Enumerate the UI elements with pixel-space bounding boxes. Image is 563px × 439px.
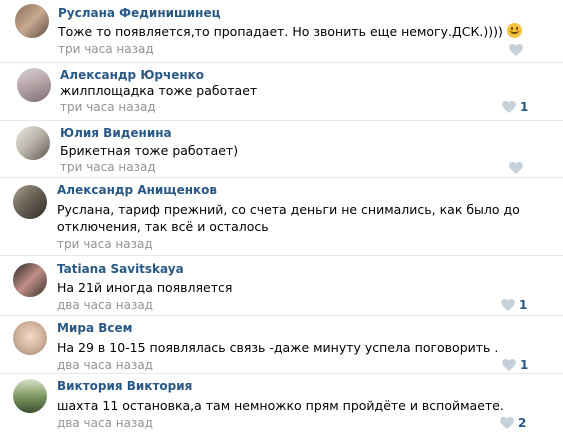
- heart-icon: [502, 101, 516, 113]
- like-button[interactable]: [509, 44, 523, 56]
- comment-item: Мира Всем На 29 в 10-15 появлялась связь…: [0, 315, 563, 374]
- like-button[interactable]: 1: [502, 358, 528, 372]
- comment-author[interactable]: Александр Анищенков: [57, 183, 217, 197]
- comment-author[interactable]: Виктория Виктория: [57, 379, 192, 393]
- comment-text: отключения, так всё и осталось: [57, 219, 269, 234]
- like-count: 2: [518, 416, 527, 430]
- comment-author[interactable]: Юлия Виденина: [60, 126, 172, 140]
- like-button[interactable]: [509, 162, 523, 174]
- avatar[interactable]: [16, 126, 50, 160]
- comment-text: Руслана, тариф прежний, со счета деньги …: [57, 202, 520, 217]
- comment-text: Брикетная тоже работает): [60, 143, 239, 158]
- comment-time[interactable]: три часа назад: [57, 237, 153, 251]
- comment-author[interactable]: Александр Юрченко: [60, 68, 204, 82]
- heart-icon: [502, 359, 516, 371]
- heart-icon: [509, 44, 523, 56]
- like-button[interactable]: 2: [500, 416, 526, 430]
- like-count: 1: [520, 100, 529, 114]
- heart-icon: [501, 299, 515, 311]
- avatar[interactable]: [13, 185, 47, 219]
- avatar[interactable]: [13, 321, 47, 355]
- like-count: 1: [520, 358, 529, 372]
- like-button[interactable]: 1: [501, 298, 527, 312]
- comment-text: На 21й иногда появляется: [57, 280, 233, 295]
- comment-author[interactable]: Руслана Фединишинец: [58, 6, 221, 20]
- comment-time[interactable]: два часа назад: [57, 298, 153, 312]
- like-button[interactable]: 1: [502, 100, 528, 114]
- comment-item: Юлия Виденина Брикетная тоже работает) т…: [0, 120, 563, 178]
- comment-item: Виктория Виктория шахта 11 остановка,а т…: [0, 373, 563, 439]
- heart-icon: [500, 417, 514, 429]
- comment-text: шахта 11 остановка,а там немножко прям п…: [57, 398, 504, 413]
- comment-time[interactable]: три часа назад: [58, 42, 154, 56]
- avatar[interactable]: [17, 68, 51, 102]
- comment-time[interactable]: два часа назад: [57, 358, 153, 372]
- comment-item: Tatiana Savitskaya На 21й иногда появляе…: [0, 255, 563, 316]
- comment-author[interactable]: Мира Всем: [57, 321, 132, 335]
- comment-time[interactable]: три часа назад: [60, 160, 156, 174]
- comment-text: Тоже то появляется,то пропадает. Но звон…: [58, 23, 522, 40]
- comment-item: Александр Юрченко жилплощадка тоже работ…: [0, 62, 563, 121]
- comment-text: На 29 в 10-15 появлялась связь -даже мин…: [57, 340, 499, 355]
- comment-item: Александр Анищенков Руслана, тариф прежн…: [0, 177, 563, 256]
- comment-time[interactable]: два часа назад: [57, 416, 153, 430]
- avatar[interactable]: [13, 263, 47, 297]
- comment-time[interactable]: три часа назад: [60, 100, 156, 114]
- heart-icon: [509, 162, 523, 174]
- comment-item: Руслана Фединишинец Тоже то появляется,т…: [0, 0, 563, 63]
- avatar[interactable]: [13, 379, 47, 413]
- avatar[interactable]: [15, 4, 49, 38]
- like-count: 1: [519, 298, 528, 312]
- smile-emoji-icon: [506, 23, 522, 38]
- comment-text: жилплощадка тоже работает: [60, 83, 258, 98]
- comment-author[interactable]: Tatiana Savitskaya: [57, 262, 184, 276]
